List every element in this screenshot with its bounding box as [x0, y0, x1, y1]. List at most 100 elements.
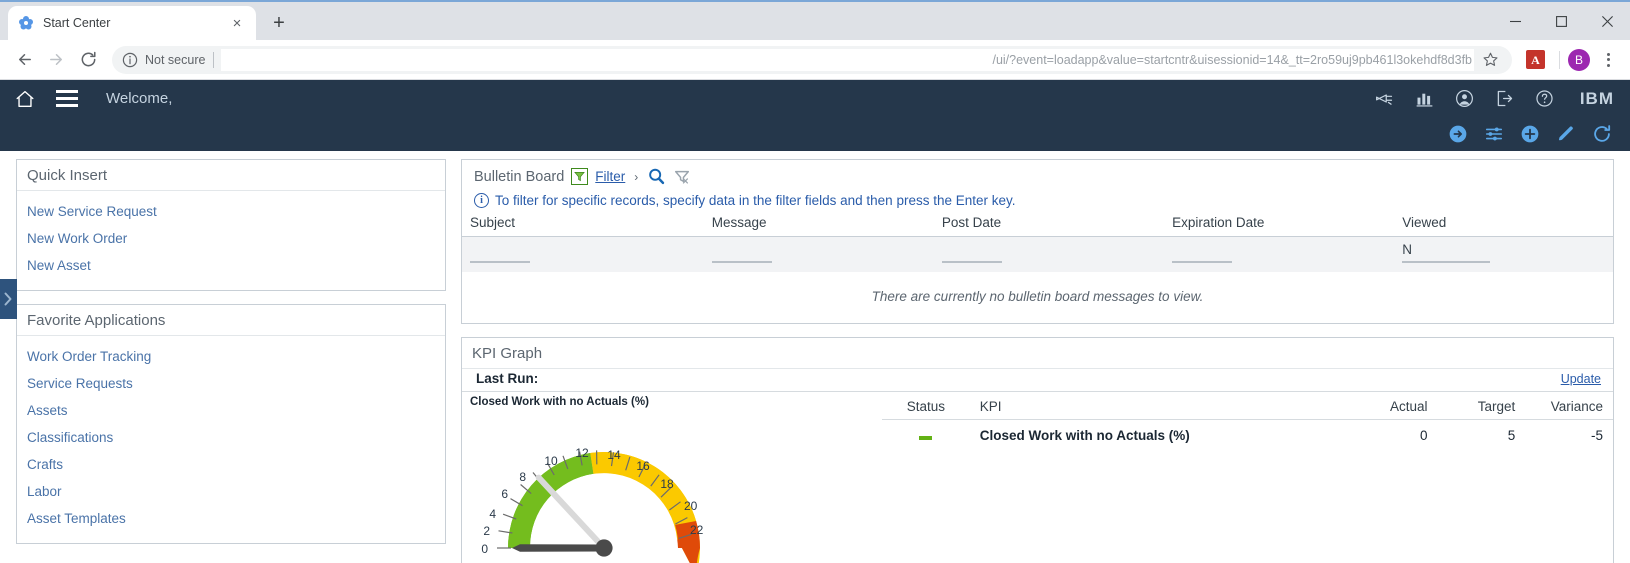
column-header-subject[interactable]: Subject	[462, 214, 704, 237]
start-center-action-bar	[0, 117, 1630, 151]
browser-toolbar: Not secure /ui/?event=loadapp&value=star…	[0, 40, 1630, 80]
filter-cell-message[interactable]	[703, 236, 934, 272]
sign-out-icon[interactable]	[1494, 88, 1516, 110]
column-header-message[interactable]: Message	[703, 214, 934, 237]
quick-insert-item-new-work-order[interactable]: New Work Order	[17, 225, 445, 252]
column-header-status[interactable]: Status	[882, 396, 970, 420]
filter-input-post-date[interactable]	[942, 242, 1156, 259]
filter-cell-viewed[interactable]: N	[1394, 236, 1613, 272]
favorite-app-crafts[interactable]: Crafts	[17, 451, 445, 478]
green-status-icon	[919, 436, 933, 440]
kebab-menu-icon[interactable]	[1594, 46, 1622, 74]
favorite-app-asset-templates[interactable]: Asset Templates	[17, 505, 445, 532]
quick-insert-item-new-service-request[interactable]: New Service Request	[17, 198, 445, 225]
filter-input-message[interactable]	[712, 242, 926, 259]
reports-chart-icon[interactable]	[1414, 88, 1436, 110]
change-content-layout-icon[interactable]	[1483, 124, 1504, 145]
quick-insert-item-new-asset[interactable]: New Asset	[17, 252, 445, 279]
home-icon[interactable]	[10, 84, 40, 114]
filter-input-expiration-date[interactable]	[1172, 242, 1386, 259]
kpi-table: Status KPI Actual Target Variance Closed…	[882, 396, 1613, 451]
bulletin-board-table: Subject Message Post Date Expiration Dat…	[462, 214, 1613, 323]
bulletin-board-portlet: Bulletin Board Filter › i To filter for …	[461, 159, 1614, 324]
navbar-actions: IBM	[1374, 88, 1614, 110]
filter-row: N	[462, 236, 1613, 272]
favorite-app-service-requests[interactable]: Service Requests	[17, 370, 445, 397]
table-header-row: Subject Message Post Date Expiration Dat…	[462, 214, 1613, 237]
new-tab-button[interactable]: +	[264, 8, 294, 38]
filter-input-subject[interactable]	[470, 242, 696, 259]
svg-text:2: 2	[483, 524, 490, 538]
avatar[interactable]: B	[1568, 48, 1590, 71]
favorite-app-labor[interactable]: Labor	[17, 478, 445, 505]
address-bar[interactable]: Not secure /ui/?event=loadapp&value=star…	[112, 44, 1512, 76]
start-center-workspace: Quick Insert New Service Request New Wor…	[0, 151, 1630, 563]
security-status-label: Not secure	[145, 52, 206, 67]
filter-input-viewed[interactable]: N	[1402, 242, 1605, 259]
column-header-variance[interactable]: Variance	[1525, 396, 1613, 420]
gauge-svg: 0 2 4 6 8 10 12 14 16 18 20 22	[481, 446, 704, 563]
filter-cell-subject[interactable]	[462, 236, 704, 272]
forward-arrow-icon[interactable]	[40, 44, 72, 76]
search-icon[interactable]	[647, 167, 666, 186]
go-to-icon[interactable]	[1447, 124, 1468, 145]
svg-text:18: 18	[660, 477, 674, 491]
favorite-app-classifications[interactable]: Classifications	[17, 424, 445, 451]
filter-cell-post-date[interactable]	[933, 236, 1165, 272]
hint-text: To filter for specific records, specify …	[495, 193, 1016, 208]
update-link[interactable]: Update	[1561, 372, 1613, 386]
column-header-target[interactable]: Target	[1437, 396, 1526, 420]
column-header-expiration-date[interactable]: Expiration Date	[1164, 214, 1395, 237]
column-header-post-date[interactable]: Post Date	[933, 214, 1165, 237]
column-header-actual[interactable]: Actual	[1349, 396, 1438, 420]
gauge-bands-clean	[508, 452, 700, 548]
gauge-target-marker	[535, 474, 607, 551]
edit-portlet-icon[interactable]	[1555, 124, 1576, 145]
filter-cell-expiration-date[interactable]	[1164, 236, 1395, 272]
kpi-name-cell[interactable]: Closed Work with no Actuals (%)	[970, 420, 1350, 452]
svg-text:6: 6	[501, 487, 508, 501]
expand-sidebar-button[interactable]	[0, 279, 17, 319]
favorite-app-assets[interactable]: Assets	[17, 397, 445, 424]
help-icon[interactable]	[1534, 88, 1556, 110]
maximo-flower-icon	[18, 15, 34, 31]
profile-icon[interactable]	[1454, 88, 1476, 110]
refresh-icon[interactable]	[1591, 124, 1612, 145]
adobe-acrobat-extension-icon[interactable]: A	[1526, 50, 1545, 69]
bulletin-board-filter-hint: i To filter for specific records, specif…	[462, 192, 1613, 214]
svg-text:20: 20	[684, 499, 698, 513]
clear-filter-icon[interactable]	[673, 168, 691, 186]
funnel-icon[interactable]	[571, 168, 589, 185]
filter-link[interactable]: Filter	[595, 169, 625, 184]
table-row[interactable]: Closed Work with no Actuals (%) 0 5 -5	[882, 420, 1613, 452]
svg-text:16: 16	[636, 459, 650, 473]
url-field[interactable]: /ui/?event=loadapp&value=startcntr&uises…	[221, 48, 1474, 71]
favorite-applications-portlet: Favorite Applications Work Order Trackin…	[16, 304, 446, 544]
bulletin-board-title: Bulletin Board	[474, 168, 565, 185]
kpi-last-run-label: Last Run:	[476, 371, 539, 386]
close-icon[interactable]: ×	[228, 14, 246, 32]
bulletin-board-icon[interactable]	[1374, 88, 1396, 110]
kpi-variance-cell: -5	[1590, 428, 1603, 443]
kpi-actual-cell: 0	[1420, 428, 1428, 443]
reload-icon[interactable]	[72, 44, 104, 76]
hamburger-menu-icon[interactable]	[50, 84, 84, 114]
favorite-app-work-order-tracking[interactable]: Work Order Tracking	[17, 343, 445, 370]
input-underline	[1402, 261, 1491, 263]
back-arrow-icon[interactable]	[8, 44, 40, 76]
column-header-viewed[interactable]: Viewed	[1394, 214, 1613, 237]
close-icon[interactable]	[1584, 2, 1630, 40]
info-circle-icon[interactable]	[122, 52, 138, 68]
add-portlet-icon[interactable]	[1519, 124, 1540, 145]
column-header-kpi[interactable]: KPI	[969, 396, 1350, 420]
kpi-body: Closed Work with no Actuals (%) 0 2 4 6 …	[462, 392, 1613, 563]
maximo-navbar: Welcome, IBM	[0, 80, 1630, 117]
table-header-row: Status KPI Actual Target Variance	[882, 396, 1613, 420]
star-icon[interactable]	[1474, 44, 1506, 76]
extension-glyph: A	[1531, 52, 1540, 67]
maximize-icon[interactable]	[1538, 2, 1584, 40]
browser-tab-start-center[interactable]: Start Center ×	[8, 6, 256, 40]
minimize-icon[interactable]	[1492, 2, 1538, 40]
empty-state-row: There are currently no bulletin board me…	[462, 272, 1613, 323]
welcome-label: Welcome,	[106, 90, 173, 107]
